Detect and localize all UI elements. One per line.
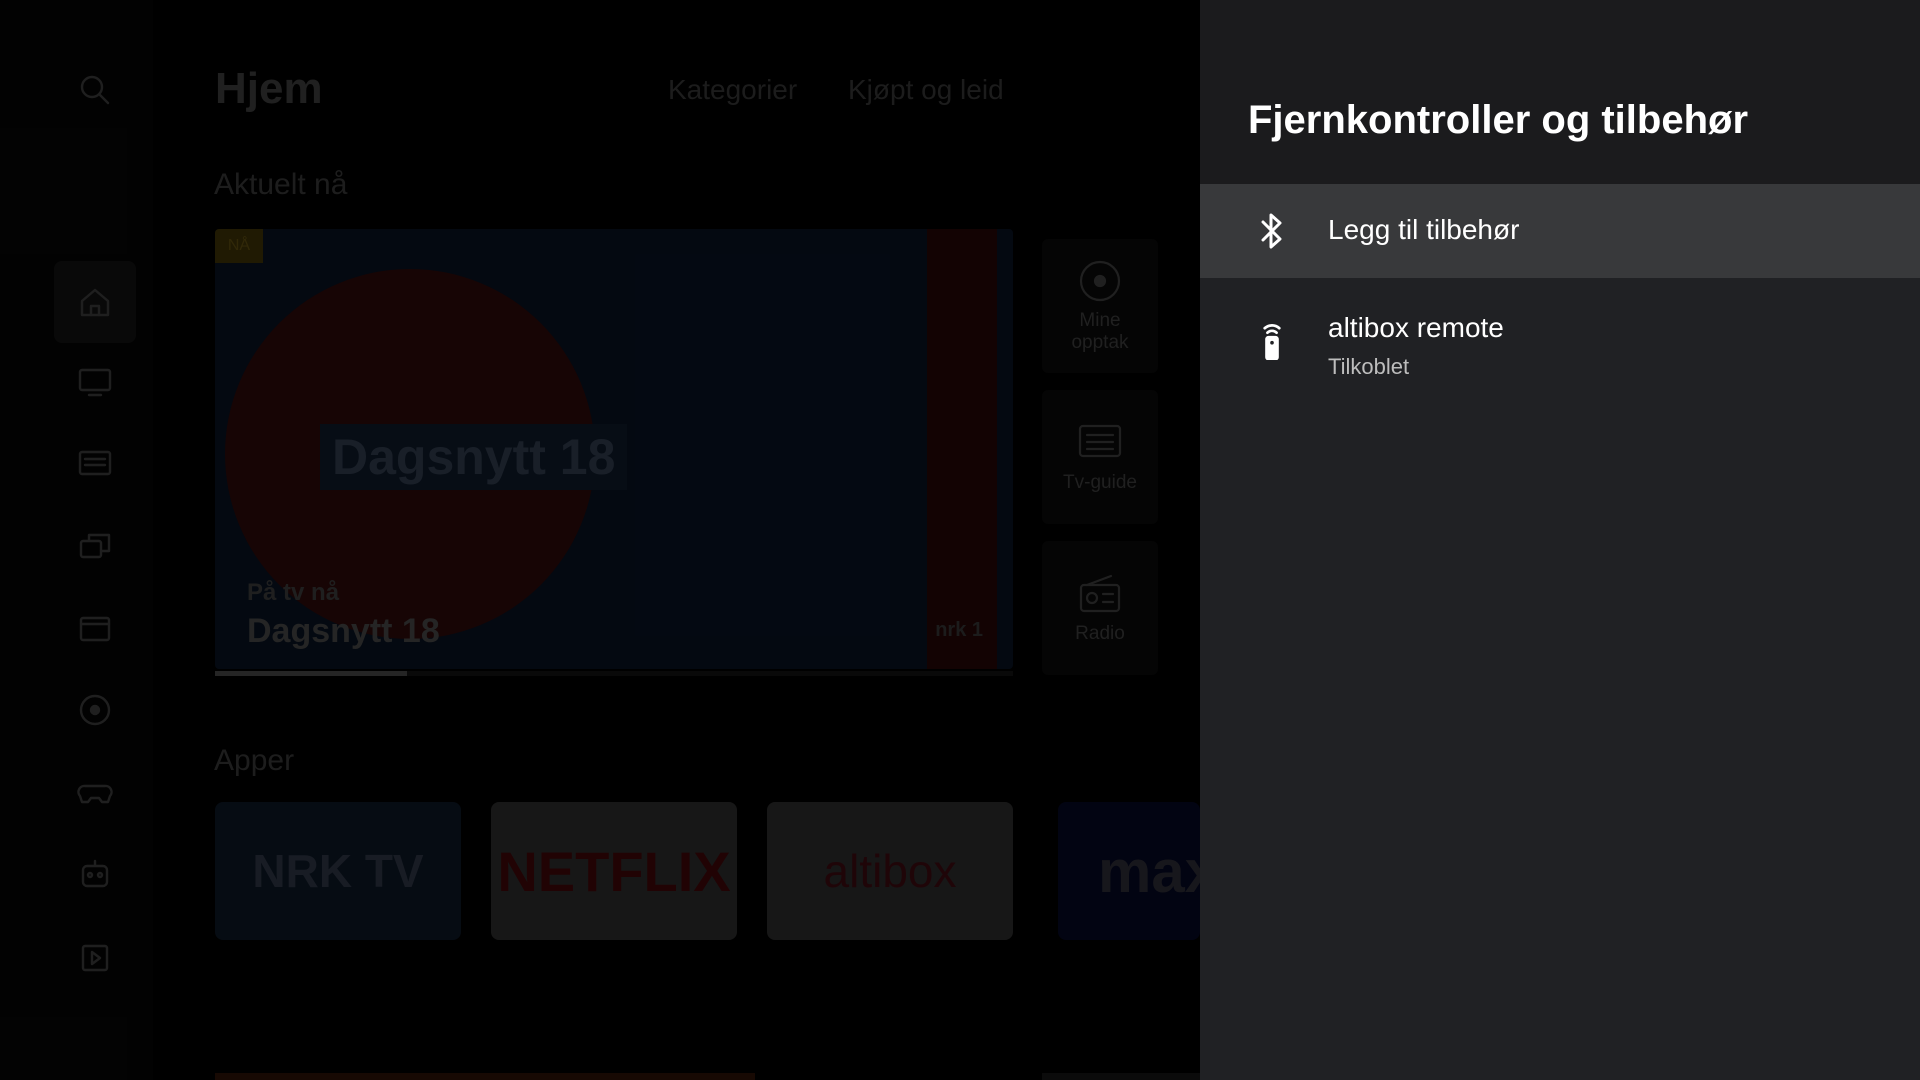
add-accessory-item[interactable]: Legg til tilbehør bbox=[1200, 184, 1920, 278]
panel-header: Fjernkontroller og tilbehør bbox=[1200, 0, 1920, 184]
remote-label: altibox remote bbox=[1328, 312, 1504, 343]
bluetooth-icon bbox=[1252, 211, 1292, 251]
background-dim-overlay bbox=[0, 0, 1200, 1080]
remote-status: Tilkoblet bbox=[1328, 354, 1410, 379]
remote-item[interactable]: altibox remote Tilkoblet bbox=[1200, 278, 1920, 394]
add-accessory-label: Legg til tilbehør bbox=[1328, 214, 1520, 245]
remote-icon bbox=[1252, 320, 1292, 360]
panel-title: Fjernkontroller og tilbehør bbox=[1248, 98, 1749, 142]
accessories-side-panel: Fjernkontroller og tilbehør Legg til til… bbox=[1200, 0, 1920, 1080]
